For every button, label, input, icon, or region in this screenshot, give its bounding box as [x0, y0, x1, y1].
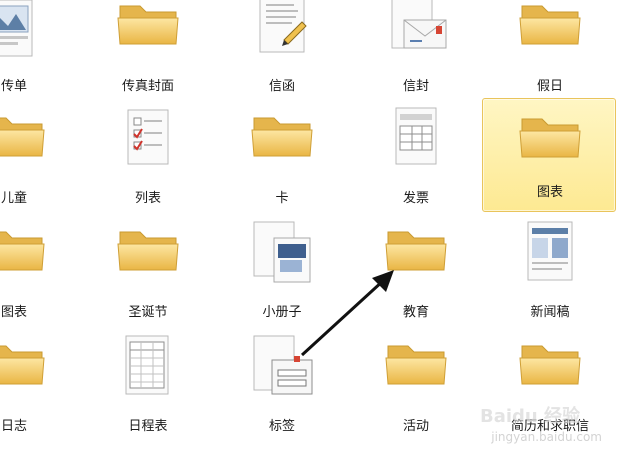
template-label: 新闻稿 [530, 305, 570, 320]
folder-icon [519, 345, 581, 385]
template-item[interactable]: 圣诞节 [84, 218, 212, 332]
folder-icon [519, 5, 581, 45]
template-item[interactable]: 图表 [0, 218, 78, 332]
template-item[interactable]: 发票 [352, 104, 480, 218]
template-item[interactable]: 简历和求职信 [486, 332, 614, 446]
template-label: 传单 [0, 79, 27, 94]
template-label: 日志 [0, 419, 27, 434]
template-item[interactable]: 日程表 [84, 332, 212, 446]
template-label: 传真封面 [121, 79, 174, 94]
folder-icon [0, 345, 45, 385]
brochure-doc-icon [253, 221, 311, 283]
folder-icon [117, 231, 179, 271]
template-label: 活动 [402, 419, 429, 434]
invoice-doc-icon [395, 107, 437, 165]
template-item[interactable]: 日志 [0, 332, 78, 446]
folder-icon [0, 117, 45, 157]
labels-doc-icon [253, 335, 313, 395]
template-grid: 传单 传真封面 信函 信封 假日 儿童 列表 卡 发票 图表 图表 圣诞节 小册… [0, 0, 620, 458]
template-item[interactable]: 信函 [218, 0, 346, 106]
template-label: 教育 [402, 305, 429, 320]
template-item[interactable]: 新闻稿 [486, 218, 614, 332]
template-label: 信封 [402, 79, 429, 94]
folder-icon [117, 5, 179, 45]
template-label: 圣诞节 [128, 305, 168, 320]
template-label: 列表 [134, 191, 161, 206]
folder-icon [0, 231, 45, 271]
template-label: 日程表 [128, 419, 168, 434]
flyer-doc-icon [0, 0, 33, 57]
watermark-logo: Baidu 经验 [479, 406, 580, 427]
folder-icon [251, 117, 313, 157]
template-item[interactable]: 小册子 [218, 218, 346, 332]
template-item[interactable]: 传真封面 [84, 0, 212, 106]
template-item[interactable]: 儿童 [0, 104, 78, 218]
folder-icon [519, 118, 581, 158]
template-label: 儿童 [0, 191, 27, 206]
template-item[interactable]: 活动 [352, 332, 480, 446]
newsletter-doc-icon [527, 221, 573, 281]
template-item[interactable]: 传单 [0, 0, 78, 106]
envelope-doc-icon [391, 0, 447, 49]
watermark-url: jingyan.baidu.com [491, 430, 602, 444]
template-label: 发票 [402, 191, 429, 206]
template-item-selected[interactable]: 图表 [482, 98, 616, 212]
template-label: 卡 [275, 191, 289, 206]
template-item[interactable]: 标签 [218, 332, 346, 446]
letter-doc-icon [259, 0, 307, 53]
folder-icon [385, 231, 447, 271]
template-label: 图表 [536, 185, 563, 200]
template-label: 图表 [0, 305, 27, 320]
template-item[interactable]: 信封 [352, 0, 480, 106]
template-label: 小册子 [262, 305, 302, 320]
template-label: 假日 [536, 79, 563, 94]
template-item[interactable]: 教育 [352, 218, 480, 332]
template-label: 信函 [268, 79, 295, 94]
schedule-doc-icon [125, 335, 169, 395]
template-item[interactable]: 假日 [486, 0, 614, 106]
template-item[interactable]: 列表 [84, 104, 212, 218]
template-item[interactable]: 卡 [218, 104, 346, 218]
checklist-doc-icon [127, 109, 169, 165]
folder-icon [385, 345, 447, 385]
template-label: 标签 [268, 419, 295, 434]
